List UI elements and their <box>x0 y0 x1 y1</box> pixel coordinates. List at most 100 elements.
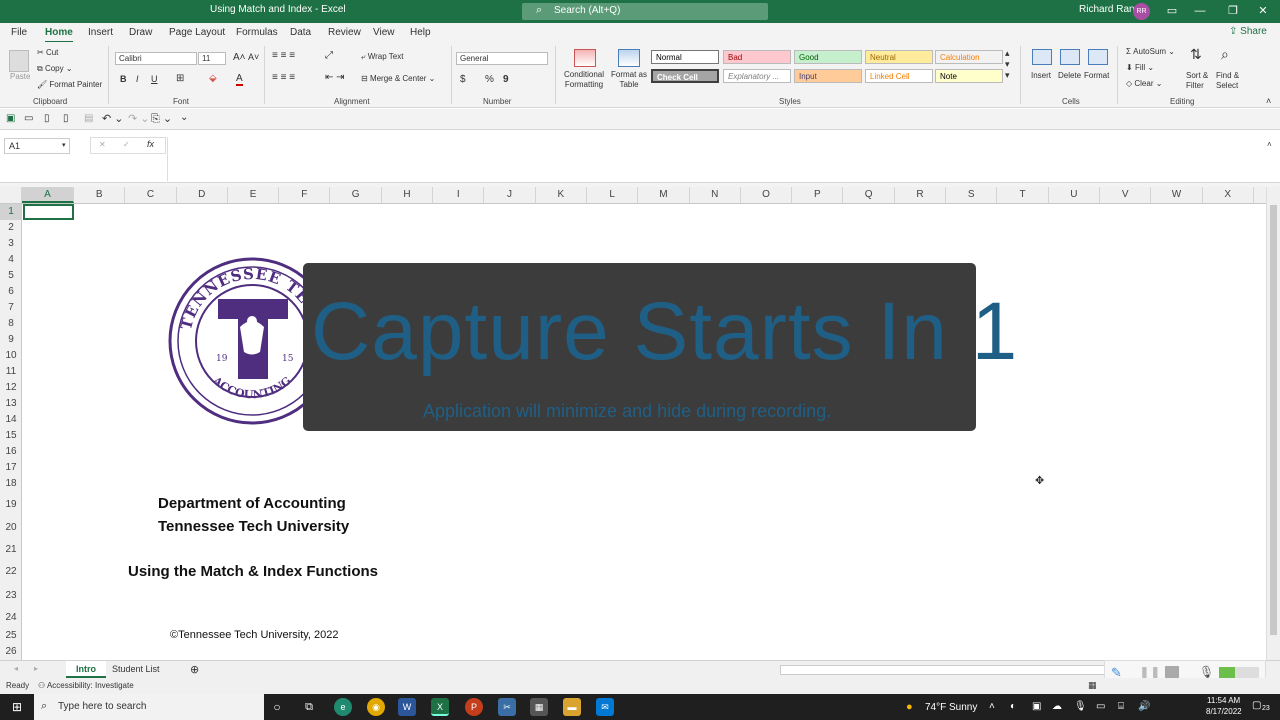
indent-icon[interactable]: ⇤ ⇥ <box>325 72 345 83</box>
chrome-icon[interactable]: ◉ <box>367 698 385 716</box>
weather-text[interactable]: 74°F Sunny <box>925 702 977 713</box>
row-header-24[interactable]: 24 <box>0 610 22 626</box>
calendar-icon[interactable]: ▦ <box>530 698 548 716</box>
format-table-icon[interactable] <box>618 49 640 67</box>
font-name-select[interactable]: Calibri <box>115 52 197 65</box>
tray-recorder-icon[interactable]: ▣ <box>1032 701 1041 712</box>
row-header-20[interactable]: 20 <box>0 520 22 536</box>
quick-print-icon[interactable]: ▤ <box>84 113 93 124</box>
column-header-e[interactable]: E <box>228 187 280 203</box>
column-header-s[interactable]: S <box>946 187 998 203</box>
excel-icon[interactable]: X <box>431 698 449 716</box>
cell-style-explanatory[interactable]: Explanatory ... <box>723 69 791 83</box>
cell-style-check-cell[interactable]: Check Cell <box>651 69 719 83</box>
windows-start-icon[interactable]: ⊞ <box>8 698 26 716</box>
row-header-18[interactable]: 18 <box>0 476 22 492</box>
format-painter-button[interactable]: 🖌 Format Painter <box>37 80 102 89</box>
tab-data[interactable]: Data <box>290 27 311 38</box>
font-color-icon[interactable]: A <box>236 73 243 86</box>
microphone-icon[interactable]: 🎙 <box>1199 665 1214 679</box>
onedrive-icon[interactable]: ☁ <box>1052 701 1062 712</box>
row-header-26[interactable]: 26 <box>0 644 22 660</box>
copy-button[interactable]: ⧉ Copy ⌄ <box>37 64 73 74</box>
row-header-7[interactable]: 7 <box>0 300 22 316</box>
new-icon[interactable]: ▯ <box>44 113 50 124</box>
format-as-table-button[interactable]: Format as Table <box>611 70 647 90</box>
conditional-formatting-button[interactable]: Conditional Formatting <box>561 70 607 90</box>
tray-app-icon[interactable]: ◐ <box>1010 701 1016 712</box>
search-box[interactable]: ⌕ Search (Alt+Q) <box>522 3 768 20</box>
accessibility-button[interactable]: ⚇ Accessibility: Investigate <box>38 681 134 690</box>
insert-button[interactable]: Insert <box>1031 71 1051 80</box>
column-header-v[interactable]: V <box>1100 187 1152 203</box>
row-header-19[interactable]: 19 <box>0 497 22 513</box>
align-left-icon[interactable]: ≡ ≡ ≡ <box>272 72 295 83</box>
row-header-13[interactable]: 13 <box>0 396 22 412</box>
ribbon-display-icon[interactable]: ▭ <box>1162 2 1182 20</box>
row-header-12[interactable]: 12 <box>0 380 22 396</box>
row-header-5[interactable]: 5 <box>0 268 22 284</box>
comma-button[interactable]: 9 <box>503 74 509 85</box>
display-icon[interactable]: ▭ <box>1096 701 1105 712</box>
next-sheet-icon[interactable]: ▸ <box>34 664 38 673</box>
file-explorer-icon[interactable]: ▬ <box>563 698 581 716</box>
fill-button[interactable]: ⬇ Fill ⌄ <box>1126 63 1154 72</box>
row-header-14[interactable]: 14 <box>0 412 22 428</box>
column-header-o[interactable]: O <box>741 187 793 203</box>
format-cells-icon[interactable] <box>1088 49 1108 65</box>
cell-style-linked-cell[interactable]: Linked Cell <box>865 69 933 83</box>
column-header-g[interactable]: G <box>331 187 382 203</box>
row-header-22[interactable]: 22 <box>0 564 22 580</box>
cell-style-normal[interactable]: Normal <box>651 50 719 64</box>
tab-insert[interactable]: Insert <box>88 27 113 38</box>
row-header-21[interactable]: 21 <box>0 542 22 558</box>
select-all-corner[interactable] <box>0 187 22 203</box>
row-header-6[interactable]: 6 <box>0 284 22 300</box>
autosum-button[interactable]: Σ AutoSum ⌄ <box>1126 47 1175 56</box>
enter-icon[interactable]: ✓ <box>123 140 130 149</box>
print-preview-icon[interactable]: ▯ <box>63 113 69 124</box>
tab-file[interactable]: File <box>11 27 27 38</box>
cell-style-bad[interactable]: Bad <box>723 50 791 64</box>
sort-filter-icon[interactable]: ⇅ <box>1190 46 1202 63</box>
collapse-ribbon-icon[interactable]: ˄ <box>1266 96 1271 106</box>
open-icon[interactable]: ▭ <box>24 113 33 124</box>
cancel-icon[interactable]: ✕ <box>99 140 106 149</box>
tab-page-layout[interactable]: Page Layout <box>169 27 225 38</box>
number-format-select[interactable]: General <box>456 52 548 65</box>
task-view-icon[interactable]: ⧉ <box>300 698 318 716</box>
row-header-10[interactable]: 10 <box>0 348 22 364</box>
format-button[interactable]: Format <box>1084 71 1109 80</box>
column-header-l[interactable]: L <box>587 187 639 203</box>
column-header-i[interactable]: I <box>433 187 485 203</box>
sheet-tab-student-list[interactable]: Student List <box>102 661 170 678</box>
close-icon[interactable]: ✕ <box>1253 2 1273 20</box>
row-header-23[interactable]: 23 <box>0 588 22 604</box>
find-icon[interactable]: ⌕ <box>1221 46 1229 63</box>
column-header-q[interactable]: Q <box>844 187 895 203</box>
row-header-9[interactable]: 9 <box>0 332 22 348</box>
cell-style-note[interactable]: Note <box>935 69 1003 83</box>
column-header-k[interactable]: K <box>536 187 587 203</box>
row-header-4[interactable]: 4 <box>0 252 22 268</box>
underline-button[interactable]: U <box>151 74 158 84</box>
currency-button[interactable]: $ <box>460 74 466 85</box>
column-header-n[interactable]: N <box>690 187 741 203</box>
prev-sheet-icon[interactable]: ◂ <box>14 664 18 673</box>
cortana-icon[interactable]: ○ <box>268 698 286 716</box>
clock-time[interactable]: 11:54 AM <box>1207 696 1240 705</box>
cell-style-calculation[interactable]: Calculation <box>935 50 1003 64</box>
scroll-thumb[interactable] <box>1270 205 1277 635</box>
merge-center-button[interactable]: ⊟ Merge & Center ⌄ <box>361 74 435 83</box>
column-header-d[interactable]: D <box>177 187 228 203</box>
expand-formula-bar-icon[interactable]: ˄ <box>1267 140 1272 149</box>
orientation-icon[interactable]: ⤢ <box>325 50 333 61</box>
column-header-w[interactable]: W <box>1151 187 1203 203</box>
undo-icon[interactable]: ↶ ⌄ <box>102 112 124 125</box>
row-header-2[interactable]: 2 <box>0 220 22 236</box>
insert-cells-icon[interactable] <box>1032 49 1052 65</box>
borders-icon[interactable]: ⊞ <box>176 73 184 84</box>
column-header-f[interactable]: F <box>279 187 331 203</box>
cell-style-good[interactable]: Good <box>794 50 862 64</box>
active-cell[interactable] <box>23 204 74 220</box>
